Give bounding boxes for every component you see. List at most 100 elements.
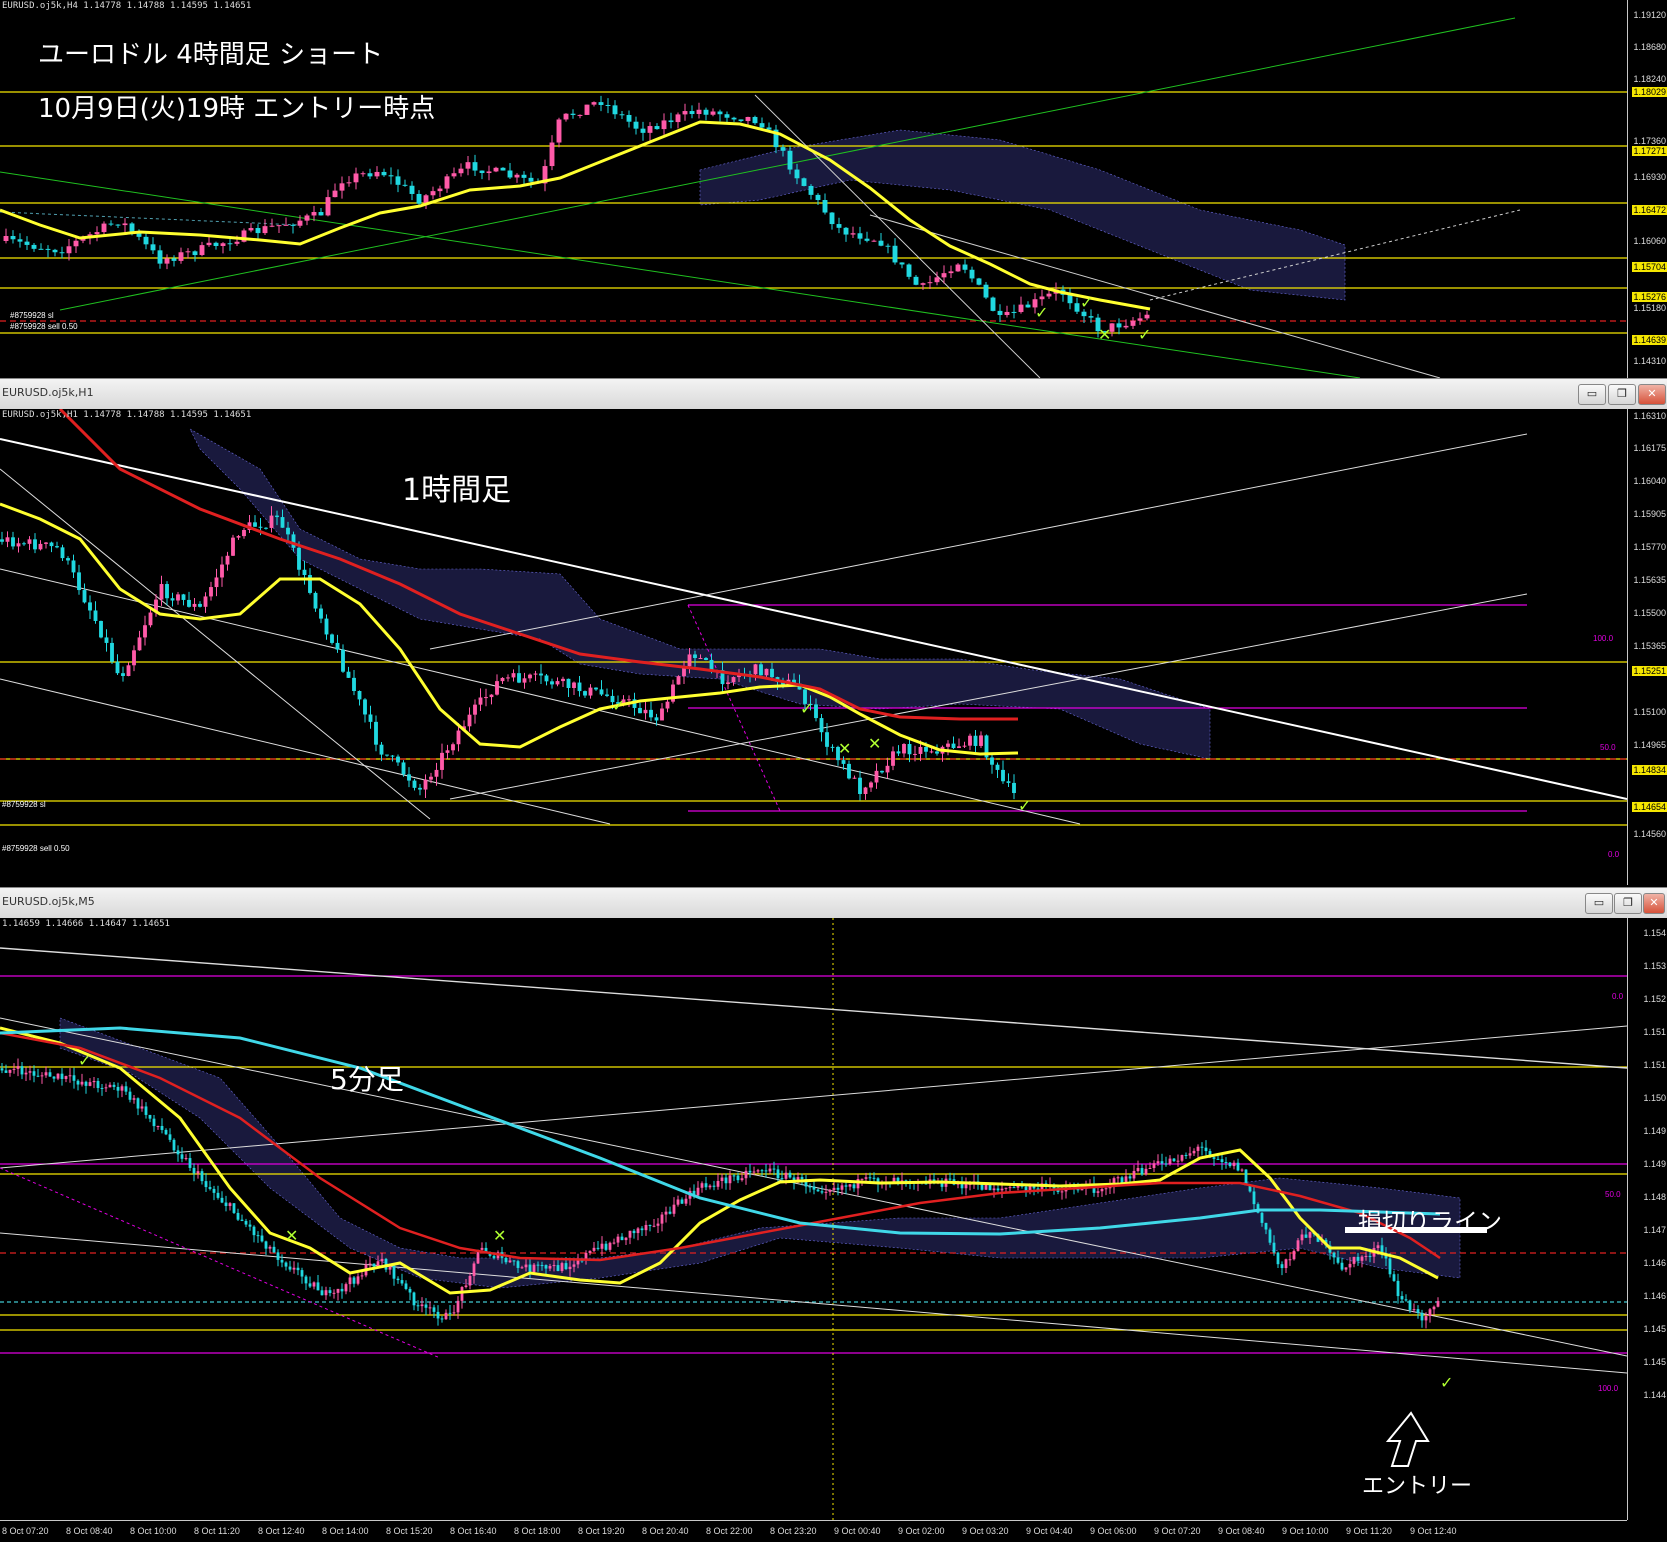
candle-body (44, 542, 48, 544)
candle-body (506, 677, 510, 679)
restore-button[interactable]: ❐ (1614, 893, 1642, 914)
candle-body (825, 732, 829, 747)
candle-body (280, 1259, 284, 1263)
candle-body (1356, 1256, 1360, 1261)
candle-body (288, 1266, 292, 1270)
candle-body (198, 603, 202, 607)
h1-order-sl-label: #8759928 sl (2, 800, 46, 809)
candle-body (1004, 1187, 1008, 1189)
candle-body (1404, 1299, 1408, 1301)
candle-body (633, 121, 639, 129)
m5-chart-pane[interactable]: ✓ ✕ ✕ ✓ 1.14659 1.14666 1.14647 1.14651 5分足… (0, 918, 1667, 1542)
candle-body (1204, 1147, 1208, 1152)
candle-body (84, 1081, 88, 1086)
candle-body (563, 113, 569, 120)
candle-body (550, 681, 554, 685)
candle-body (72, 1075, 76, 1081)
minimize-button[interactable]: ▭ (1585, 893, 1613, 914)
candle-body (576, 1260, 580, 1265)
candle-body (232, 1203, 236, 1213)
candle-body (760, 1170, 764, 1172)
candle-body (160, 1125, 164, 1130)
candle-body (346, 671, 351, 678)
candle-body (150, 244, 156, 251)
candle-body (129, 223, 135, 233)
candle-body (572, 1264, 576, 1267)
candle-body (1148, 1167, 1152, 1169)
candle-body (591, 102, 597, 105)
candle-body (94, 232, 100, 235)
candle-body (38, 248, 44, 250)
candle-body (137, 637, 142, 651)
candle-body (522, 678, 527, 683)
candle-body (121, 673, 125, 676)
close-button[interactable]: ✕ (1643, 893, 1665, 914)
fib-label: 0.0 (1608, 850, 1620, 859)
h4-price-axis[interactable]: 1.19120 1.18680 1.18240 1.18029 1.17360 … (1627, 0, 1667, 378)
h1-price-axis[interactable]: 1.16310 1.16175 1.16040 1.15905 1.15770 … (1627, 409, 1667, 885)
candle-body (1004, 311, 1010, 316)
candle-body (280, 517, 285, 528)
h1-window-titlebar[interactable]: EURUSD.oj5k,H1 ▭ ❐ ✕ (0, 378, 1667, 410)
candle-body (780, 147, 786, 151)
candle-body (292, 1267, 296, 1270)
m5-caption: 5分足 (330, 1063, 404, 1096)
price-tick: 1.147 (1643, 1225, 1666, 1235)
candle-body (836, 224, 842, 228)
candle-body (598, 102, 604, 105)
candle-body (428, 1307, 432, 1309)
candle-body (236, 536, 241, 538)
close-button[interactable]: ✕ (1638, 384, 1666, 405)
price-tick: 1.146 (1643, 1258, 1666, 1268)
candle-body (437, 188, 443, 192)
candle-body (203, 596, 208, 607)
candle-body (318, 212, 324, 216)
m5-price-axis[interactable]: 1.154 1.153 1.152 1.151 1.151 1.150 1.14… (1627, 918, 1667, 1520)
candle-body (335, 642, 340, 650)
candle-body (360, 1275, 364, 1277)
restore-button[interactable]: ❐ (1608, 384, 1636, 405)
candle-body (32, 1071, 36, 1076)
price-tick: 1.19120 (1633, 10, 1666, 20)
candle-body (532, 1264, 536, 1273)
candle-body (176, 594, 180, 601)
candle-body (668, 1211, 672, 1214)
candle-body (172, 1139, 176, 1151)
candle-body (968, 735, 972, 746)
candle-body (1192, 1150, 1196, 1154)
candle-body (892, 245, 898, 263)
m5-time-axis[interactable]: 8 Oct 07:20 8 Oct 08:40 8 Oct 10:00 8 Oc… (0, 1520, 1627, 1542)
candle-body (380, 1258, 384, 1262)
candle-body (170, 598, 175, 601)
h4-chart-pane[interactable]: ✓ ✓ ✕ ✓ EURUSD.oj5k,H4 1.14778 1.14788 1.14… (0, 0, 1667, 378)
time-tick: 8 Oct 15:20 (386, 1526, 433, 1536)
candle-body (353, 173, 359, 183)
candle-body (1180, 1155, 1184, 1161)
trendline-white (0, 1025, 1627, 1169)
candle-body (440, 1318, 444, 1320)
minimize-button[interactable]: ▭ (1578, 384, 1606, 405)
time-tick: 8 Oct 22:00 (706, 1526, 753, 1536)
candle-body (654, 717, 659, 721)
candle-body (312, 1282, 316, 1287)
candle-body (236, 1212, 240, 1220)
price-tick: 1.149 (1643, 1126, 1666, 1136)
candle-body (66, 246, 72, 254)
m5-window-titlebar[interactable]: EURUSD.oj5k,M5 ▭ ❐ ✕ (0, 887, 1667, 919)
candle-body (492, 1255, 496, 1259)
candle-body (143, 236, 149, 245)
candle-body (726, 682, 730, 684)
candle-body (656, 1223, 660, 1226)
candle-body (178, 252, 184, 261)
candle-body (264, 527, 268, 529)
h1-chart-pane[interactable]: ✓ ✓ ✕ ✕ ✓ EURUSD.oj5k,H1 1.14778 1.14788 1.1… (0, 409, 1667, 885)
candle-body (276, 1252, 280, 1260)
candle-body (661, 120, 667, 130)
candle-body (73, 240, 79, 247)
candle-body (1220, 1159, 1224, 1163)
time-tick: 9 Oct 07:20 (1154, 1526, 1201, 1536)
candle-body (1352, 1256, 1356, 1264)
h1-chart-canvas[interactable]: ✓ ✓ ✕ ✕ ✓ (0, 409, 1627, 885)
candle-body (400, 1280, 404, 1284)
candle-body (252, 1226, 256, 1236)
